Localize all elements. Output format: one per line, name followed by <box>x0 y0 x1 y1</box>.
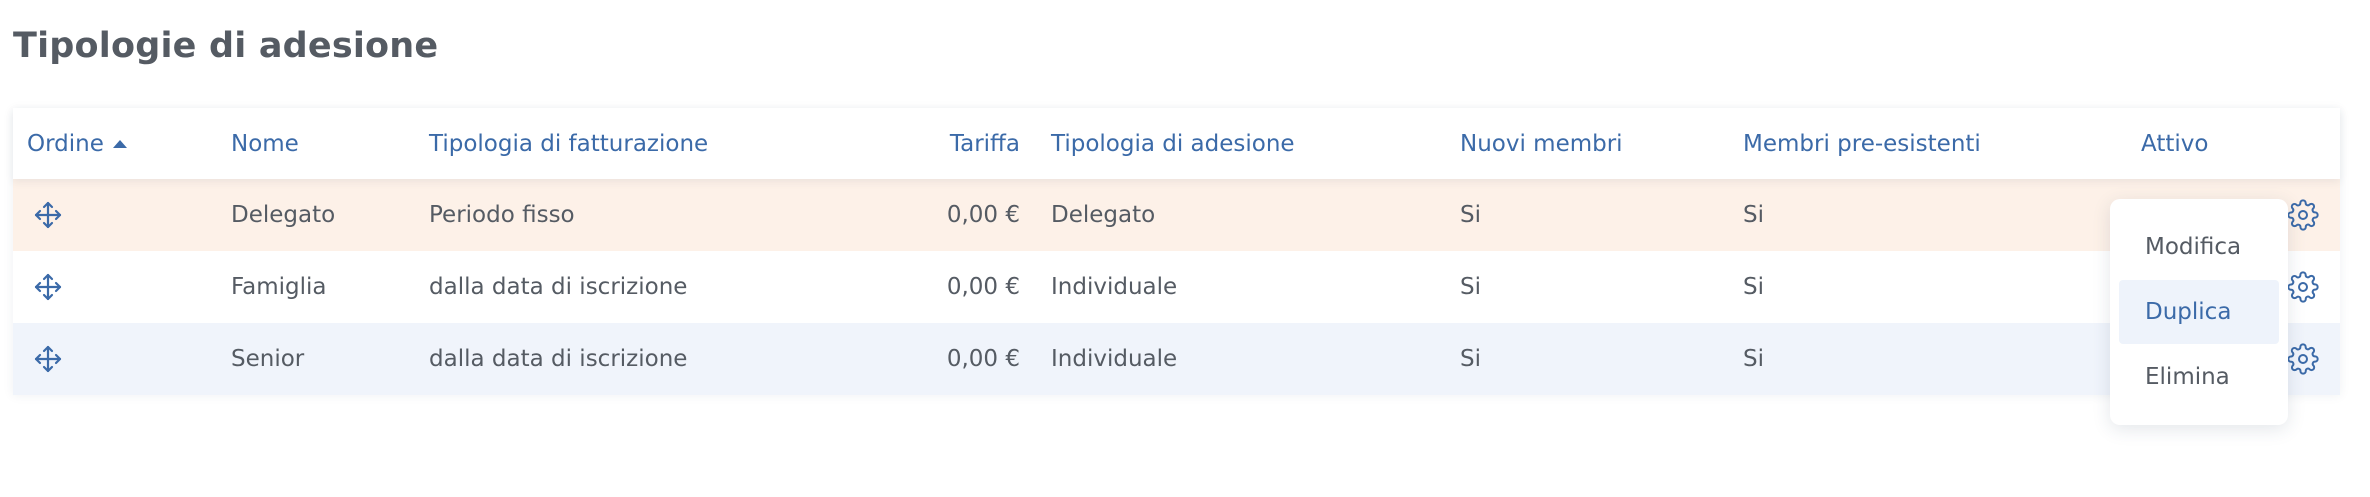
menu-item-duplica[interactable]: Duplica <box>2119 280 2279 344</box>
header-attivo[interactable]: Attivo <box>2141 108 2208 179</box>
cell-nuovi-membri: Si <box>1460 346 1481 372</box>
menu-item-modifica[interactable]: Modifica <box>2119 215 2279 279</box>
caret-up-icon <box>112 139 127 148</box>
menu-item-elimina[interactable]: Elimina <box>2119 345 2279 409</box>
cell-nuovi-membri: Si <box>1460 274 1481 300</box>
page-title: Tipologie di adesione <box>13 26 439 66</box>
move-arrows-icon[interactable] <box>33 323 63 395</box>
header-tipologia-adesione[interactable]: Tipologia di adesione <box>1051 108 1295 179</box>
table-row[interactable]: Famiglia dalla data di iscrizione 0,00 €… <box>13 251 2340 323</box>
table-header: Ordine Nome Tipologia di fatturazione Ta… <box>13 108 2340 179</box>
cell-membri-pre-esistenti: Si <box>1743 346 1764 372</box>
cell-nome: Famiglia <box>231 274 327 300</box>
cell-membri-pre-esistenti: Si <box>1743 202 1764 228</box>
cell-tariffa: 0,00 € <box>946 202 1020 228</box>
cell-fatturazione: Periodo fisso <box>429 202 575 228</box>
gear-icon[interactable] <box>2285 251 2321 323</box>
header-ordine[interactable]: Ordine <box>27 108 127 179</box>
move-arrows-icon[interactable] <box>33 251 63 323</box>
header-ordine-label: Ordine <box>27 130 104 157</box>
header-membri-pre-esistenti[interactable]: Membri pre-esistenti <box>1743 108 1981 179</box>
cell-membri-pre-esistenti: Si <box>1743 274 1764 300</box>
header-nuovi-membri[interactable]: Nuovi membri <box>1460 108 1623 179</box>
cell-adesione: Delegato <box>1051 202 1156 228</box>
header-tipologia-fatturazione[interactable]: Tipologia di fatturazione <box>429 108 708 179</box>
cell-fatturazione: dalla data di iscrizione <box>429 346 688 372</box>
gear-icon[interactable] <box>2285 323 2321 395</box>
row-actions-menu: Modifica Duplica Elimina <box>2110 199 2288 425</box>
cell-nuovi-membri: Si <box>1460 202 1481 228</box>
cell-tariffa: 0,00 € <box>946 274 1020 300</box>
cell-adesione: Individuale <box>1051 274 1178 300</box>
cell-fatturazione: dalla data di iscrizione <box>429 274 688 300</box>
gear-icon[interactable] <box>2285 179 2321 251</box>
table-row[interactable]: Senior dalla data di iscrizione 0,00 € I… <box>13 323 2340 395</box>
header-tariffa[interactable]: Tariffa <box>950 108 1020 179</box>
move-arrows-icon[interactable] <box>33 179 63 251</box>
cell-nome: Senior <box>231 346 305 372</box>
cell-tariffa: 0,00 € <box>946 346 1020 372</box>
cell-adesione: Individuale <box>1051 346 1178 372</box>
membership-types-table: Ordine Nome Tipologia di fatturazione Ta… <box>13 108 2340 395</box>
cell-nome: Delegato <box>231 202 336 228</box>
table-row[interactable]: Delegato Periodo fisso 0,00 € Delegato S… <box>13 179 2340 251</box>
header-nome[interactable]: Nome <box>231 108 299 179</box>
